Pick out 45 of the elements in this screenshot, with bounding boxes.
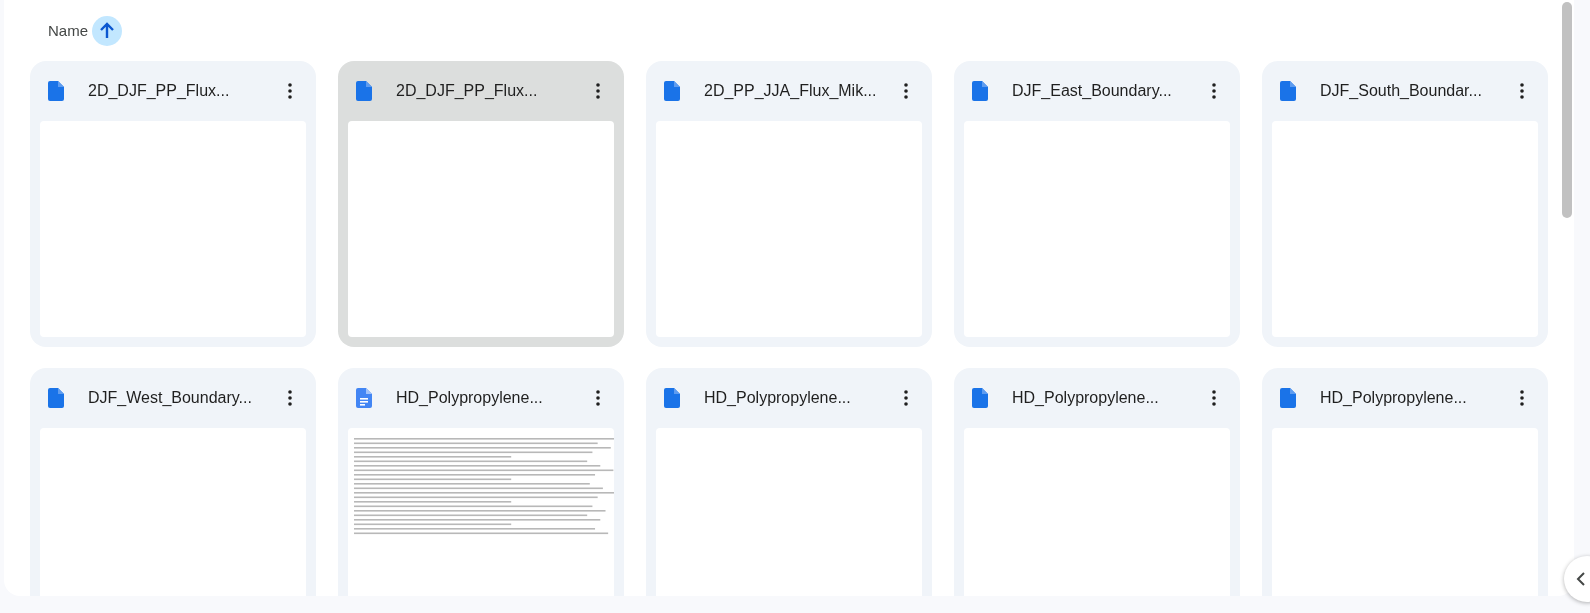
file-name: DJF_East_Boundary...: [1012, 82, 1173, 100]
file-icon: [972, 81, 988, 101]
more-vert-icon: [1212, 390, 1216, 406]
file-icon: [664, 388, 680, 408]
more-vert-icon: [904, 390, 908, 406]
file-card[interactable]: DJF_West_Boundary...: [30, 368, 316, 596]
file-card[interactable]: 2D_DJF_PP_Flux...: [30, 61, 316, 347]
arrow-up-icon: [98, 21, 116, 40]
file-card[interactable]: HD_Polypropylene...: [646, 368, 932, 596]
file-icon: [1280, 81, 1296, 101]
more-vert-icon: [1520, 83, 1524, 99]
more-vert-icon: [596, 83, 600, 99]
file-name: 2D_DJF_PP_Flux...: [88, 82, 231, 100]
more-vert-icon: [904, 83, 908, 99]
scrollbar-thumb[interactable]: [1562, 2, 1572, 218]
more-vert-icon: [288, 83, 292, 99]
file-icon: [356, 81, 372, 101]
sort-label: Name: [48, 22, 88, 39]
file-name: DJF_South_Boundar...: [1320, 82, 1483, 100]
file-card[interactable]: 2D_DJF_PP_Flux...: [338, 61, 624, 347]
file-icon: [1280, 388, 1296, 408]
sort-direction-button[interactable]: [92, 15, 122, 46]
file-icon: [48, 81, 64, 101]
file-name: 2D_PP_JJA_Flux_Mik...: [704, 82, 878, 100]
file-name: 2D_DJF_PP_Flux...: [396, 82, 539, 100]
file-name: DJF_West_Boundary...: [88, 389, 253, 407]
file-card[interactable]: HD_Polypropylene...: [954, 368, 1240, 596]
file-card[interactable]: DJF_South_Boundar...: [1262, 61, 1548, 347]
file-name: HD_Polypropylene...: [704, 389, 852, 407]
chevron-left-icon: [1576, 572, 1586, 586]
more-vert-icon: [1520, 390, 1524, 406]
file-card[interactable]: HD_Polypropylene...: [338, 368, 624, 596]
file-icon: [972, 388, 988, 408]
file-icon: [48, 388, 64, 408]
file-icon: [664, 81, 680, 101]
file-card[interactable]: HD_Polypropylene...: [1262, 368, 1548, 596]
more-vert-icon: [288, 390, 292, 406]
file-card[interactable]: 2D_PP_JJA_Flux_Mik...: [646, 61, 932, 347]
file-name: HD_Polypropylene...: [1012, 389, 1160, 407]
file-name: HD_Polypropylene...: [396, 389, 544, 407]
file-card[interactable]: DJF_East_Boundary...: [954, 61, 1240, 347]
more-vert-icon: [596, 390, 600, 406]
document-icon: [356, 388, 372, 408]
more-vert-icon: [1212, 83, 1216, 99]
file-name: HD_Polypropylene...: [1320, 389, 1468, 407]
